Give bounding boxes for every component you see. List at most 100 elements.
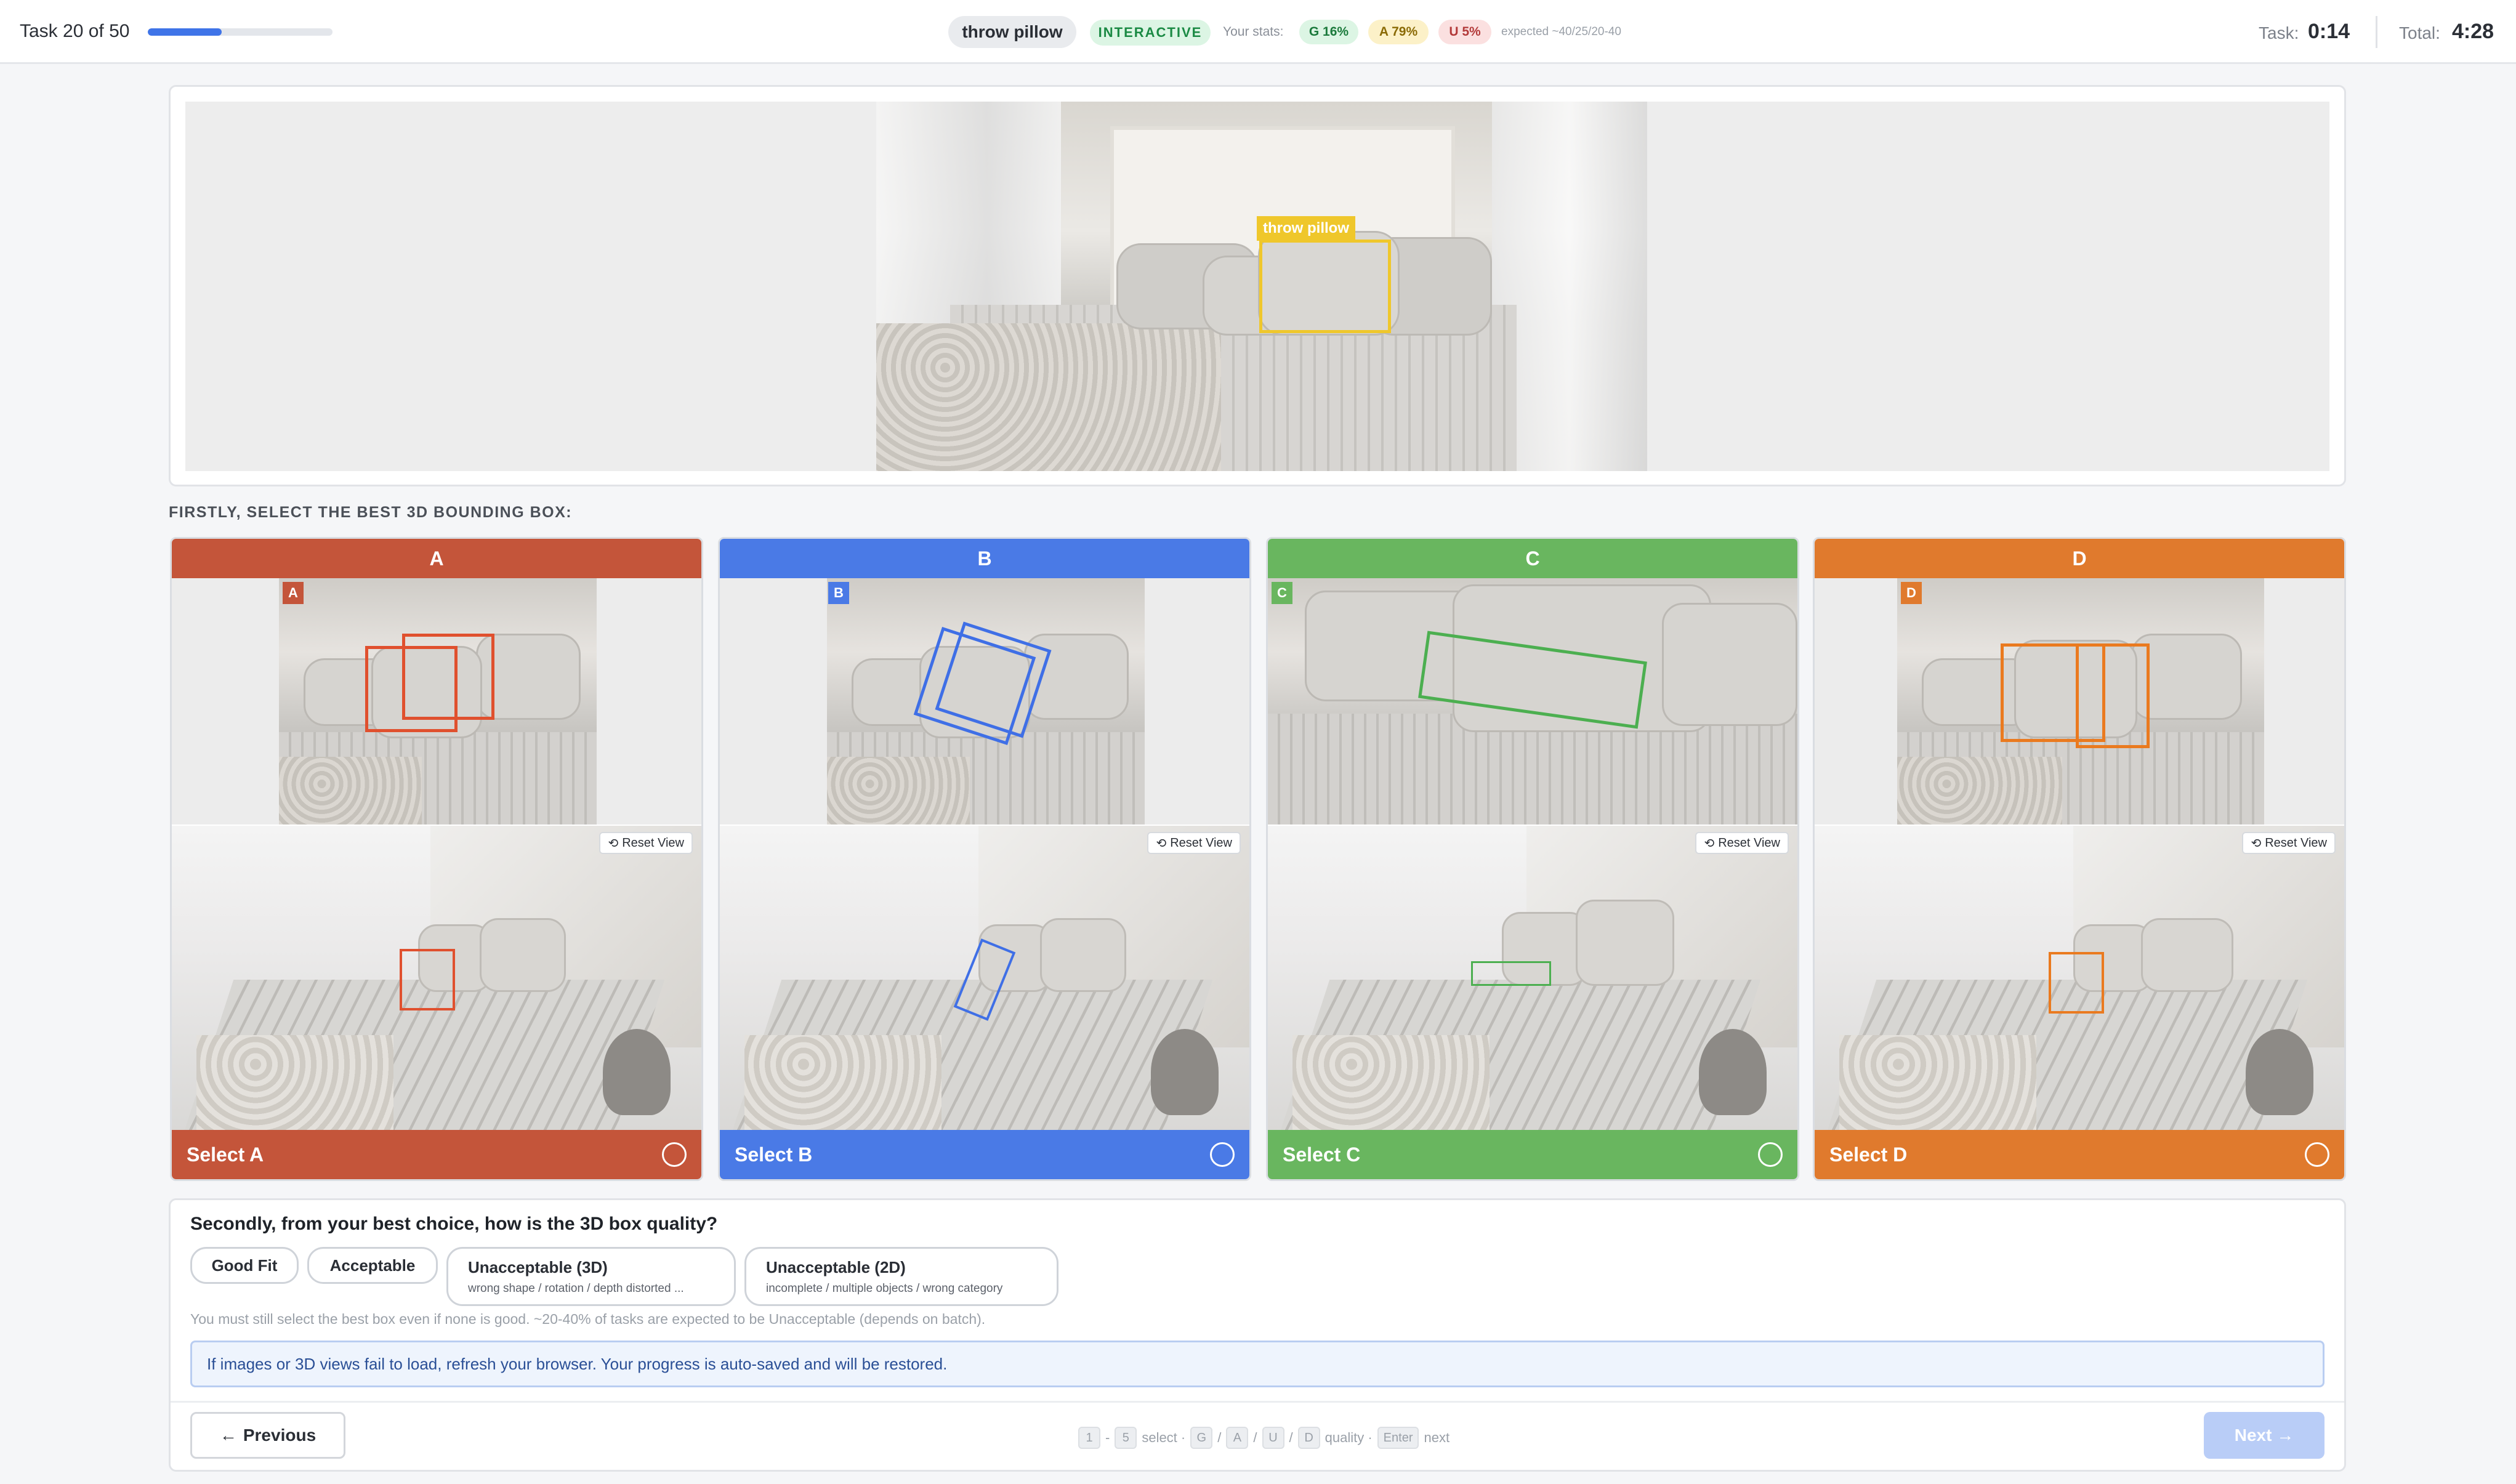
select-option-label: Select D: [1829, 1143, 1908, 1166]
pillow-3d: [2141, 918, 2233, 992]
option-tag: C: [1272, 582, 1292, 604]
task-counter: Task 20 of 50: [20, 21, 130, 41]
option-3d-view[interactable]: ⟲ Reset View: [172, 826, 701, 1132]
3d-box-side: [2076, 643, 2150, 748]
select-option-button[interactable]: Select B: [720, 1130, 1249, 1179]
option-card-b[interactable]: B B ⟲ Reset View Select B: [718, 537, 1251, 1181]
select-option-button[interactable]: Select D: [1815, 1130, 2344, 1179]
option-card-c[interactable]: C C ⟲ Reset View Select C: [1266, 537, 1799, 1181]
shortcut-key: G: [1190, 1427, 1213, 1449]
reset-view-label: Reset View: [622, 836, 684, 850]
pillow-3d: [480, 918, 566, 992]
task-progress-fill: [148, 28, 222, 36]
3d-box-front: [1471, 961, 1551, 986]
2d-bounding-box-label: throw pillow: [1257, 216, 1355, 241]
option-2d-view: C: [1268, 578, 1797, 825]
reset-view-button[interactable]: ⟲ Reset View: [599, 832, 693, 854]
quality-question: Secondly, from your best choice, how is …: [190, 1214, 718, 1234]
shortcut-text: /: [1217, 1430, 1222, 1445]
reset-icon: ⟲: [1704, 836, 1715, 850]
pillow-3d: [1576, 900, 1674, 986]
option-crop-image: [827, 578, 1145, 825]
stat-unacceptable-badge: U 5%: [1438, 20, 1491, 44]
unacceptable-2d-button[interactable]: Unacceptable (2D) incomplete / multiple …: [744, 1247, 1058, 1306]
reset-view-label: Reset View: [1170, 836, 1232, 850]
option-2d-view: A: [172, 578, 701, 825]
option-2d-view: B: [720, 578, 1249, 825]
option-header: C: [1268, 539, 1797, 578]
knit-throw-3d: [744, 1035, 941, 1132]
option-tag: B: [828, 582, 849, 604]
knit-throw-3d: [1839, 1035, 2036, 1132]
stat-good-badge: G 16%: [1299, 20, 1358, 44]
option-header: B: [720, 539, 1249, 578]
shortcut-text: /: [1289, 1430, 1293, 1445]
mode-badge: INTERACTIVE: [1090, 20, 1211, 46]
side-table-3d: [1699, 1029, 1767, 1115]
radio-circle-icon[interactable]: [662, 1142, 687, 1167]
reset-view-label: Reset View: [1718, 836, 1780, 850]
unacceptable-3d-hint: wrong shape / rotation / depth distorted…: [468, 1281, 684, 1295]
reset-icon: ⟲: [608, 836, 619, 850]
shortcut-text: quality ·: [1325, 1430, 1373, 1445]
side-table-3d: [603, 1029, 671, 1115]
option-3d-view[interactable]: ⟲ Reset View: [1268, 826, 1797, 1132]
stat-acceptable-badge: A 79%: [1368, 20, 1429, 44]
shortcut-key: 5: [1115, 1427, 1137, 1449]
quality-note: You must still select the best box even …: [190, 1311, 986, 1327]
2d-bounding-box: [1259, 240, 1391, 333]
3d-box-front: [400, 949, 455, 1010]
select-option-button[interactable]: Select A: [172, 1130, 701, 1179]
shortcut-key: A: [1226, 1427, 1249, 1449]
radio-circle-icon[interactable]: [1210, 1142, 1235, 1167]
shortcut-text: select ·: [1142, 1430, 1186, 1445]
pillow: [1662, 603, 1797, 726]
quality-card: Secondly, from your best choice, how is …: [169, 1198, 2346, 1472]
option-3d-view[interactable]: ⟲ Reset View: [720, 826, 1249, 1132]
pillow-3d: [1040, 918, 1126, 992]
reference-image-card: throw pillow: [169, 85, 2346, 486]
total-timer-value: 4:28: [2452, 20, 2494, 43]
unacceptable-3d-button[interactable]: Unacceptable (3D) wrong shape / rotation…: [446, 1247, 736, 1306]
reference-photo: throw pillow: [876, 102, 1647, 471]
reset-view-button[interactable]: ⟲ Reset View: [2242, 832, 2336, 854]
unacceptable-2d-label: Unacceptable (2D): [766, 1257, 906, 1276]
arrow-left-icon: ←: [219, 1426, 237, 1445]
previous-button[interactable]: ← Previous: [190, 1412, 345, 1459]
good-fit-button[interactable]: Good Fit: [190, 1247, 299, 1284]
side-table-3d: [2246, 1029, 2313, 1115]
reset-icon: ⟲: [1156, 836, 1167, 850]
shortcut-key: Enter: [1377, 1427, 1419, 1449]
knit-throw-3d: [196, 1035, 393, 1132]
shortcut-text: next: [1424, 1430, 1450, 1445]
select-option-button[interactable]: Select C: [1268, 1130, 1797, 1179]
option-crop-image: [1268, 578, 1797, 825]
reset-view-button[interactable]: ⟲ Reset View: [1147, 832, 1241, 854]
option-card-a[interactable]: A A ⟲ Reset View Select A: [170, 537, 703, 1181]
total-timer-label: Total:: [2399, 23, 2440, 42]
select-option-label: Select B: [735, 1143, 813, 1166]
unacceptable-3d-label: Unacceptable (3D): [468, 1257, 608, 1276]
task-timer-value: 0:14: [2308, 20, 2350, 43]
knit-throw: [876, 323, 1221, 471]
radio-circle-icon[interactable]: [1758, 1142, 1783, 1167]
option-card-d[interactable]: D D ⟲ Reset View Select D: [1813, 537, 2346, 1181]
side-table-3d: [1151, 1029, 1219, 1115]
reset-view-button[interactable]: ⟲ Reset View: [1695, 832, 1789, 854]
task-progress-bar: [148, 28, 333, 36]
shortcut-key: U: [1262, 1427, 1284, 1449]
next-button[interactable]: Next →: [2204, 1412, 2324, 1459]
option-header: A: [172, 539, 701, 578]
shortcut-key: 1: [1078, 1427, 1100, 1449]
3d-box-back: [402, 634, 494, 720]
top-bar: Task 20 of 50 throw pillow INTERACTIVE Y…: [0, 0, 2516, 64]
stats-expected: expected ~40/25/20-40: [1501, 25, 1621, 38]
radio-circle-icon[interactable]: [2305, 1142, 2329, 1167]
section-heading: FIRSTLY, SELECT THE BEST 3D BOUNDING BOX…: [169, 504, 573, 521]
option-tag: A: [283, 582, 304, 604]
acceptable-button[interactable]: Acceptable: [307, 1247, 438, 1284]
timer-divider: [2376, 16, 2377, 48]
option-3d-view[interactable]: ⟲ Reset View: [1815, 826, 2344, 1132]
shortcut-key: D: [1297, 1427, 1320, 1449]
option-crop-image: [279, 578, 597, 825]
